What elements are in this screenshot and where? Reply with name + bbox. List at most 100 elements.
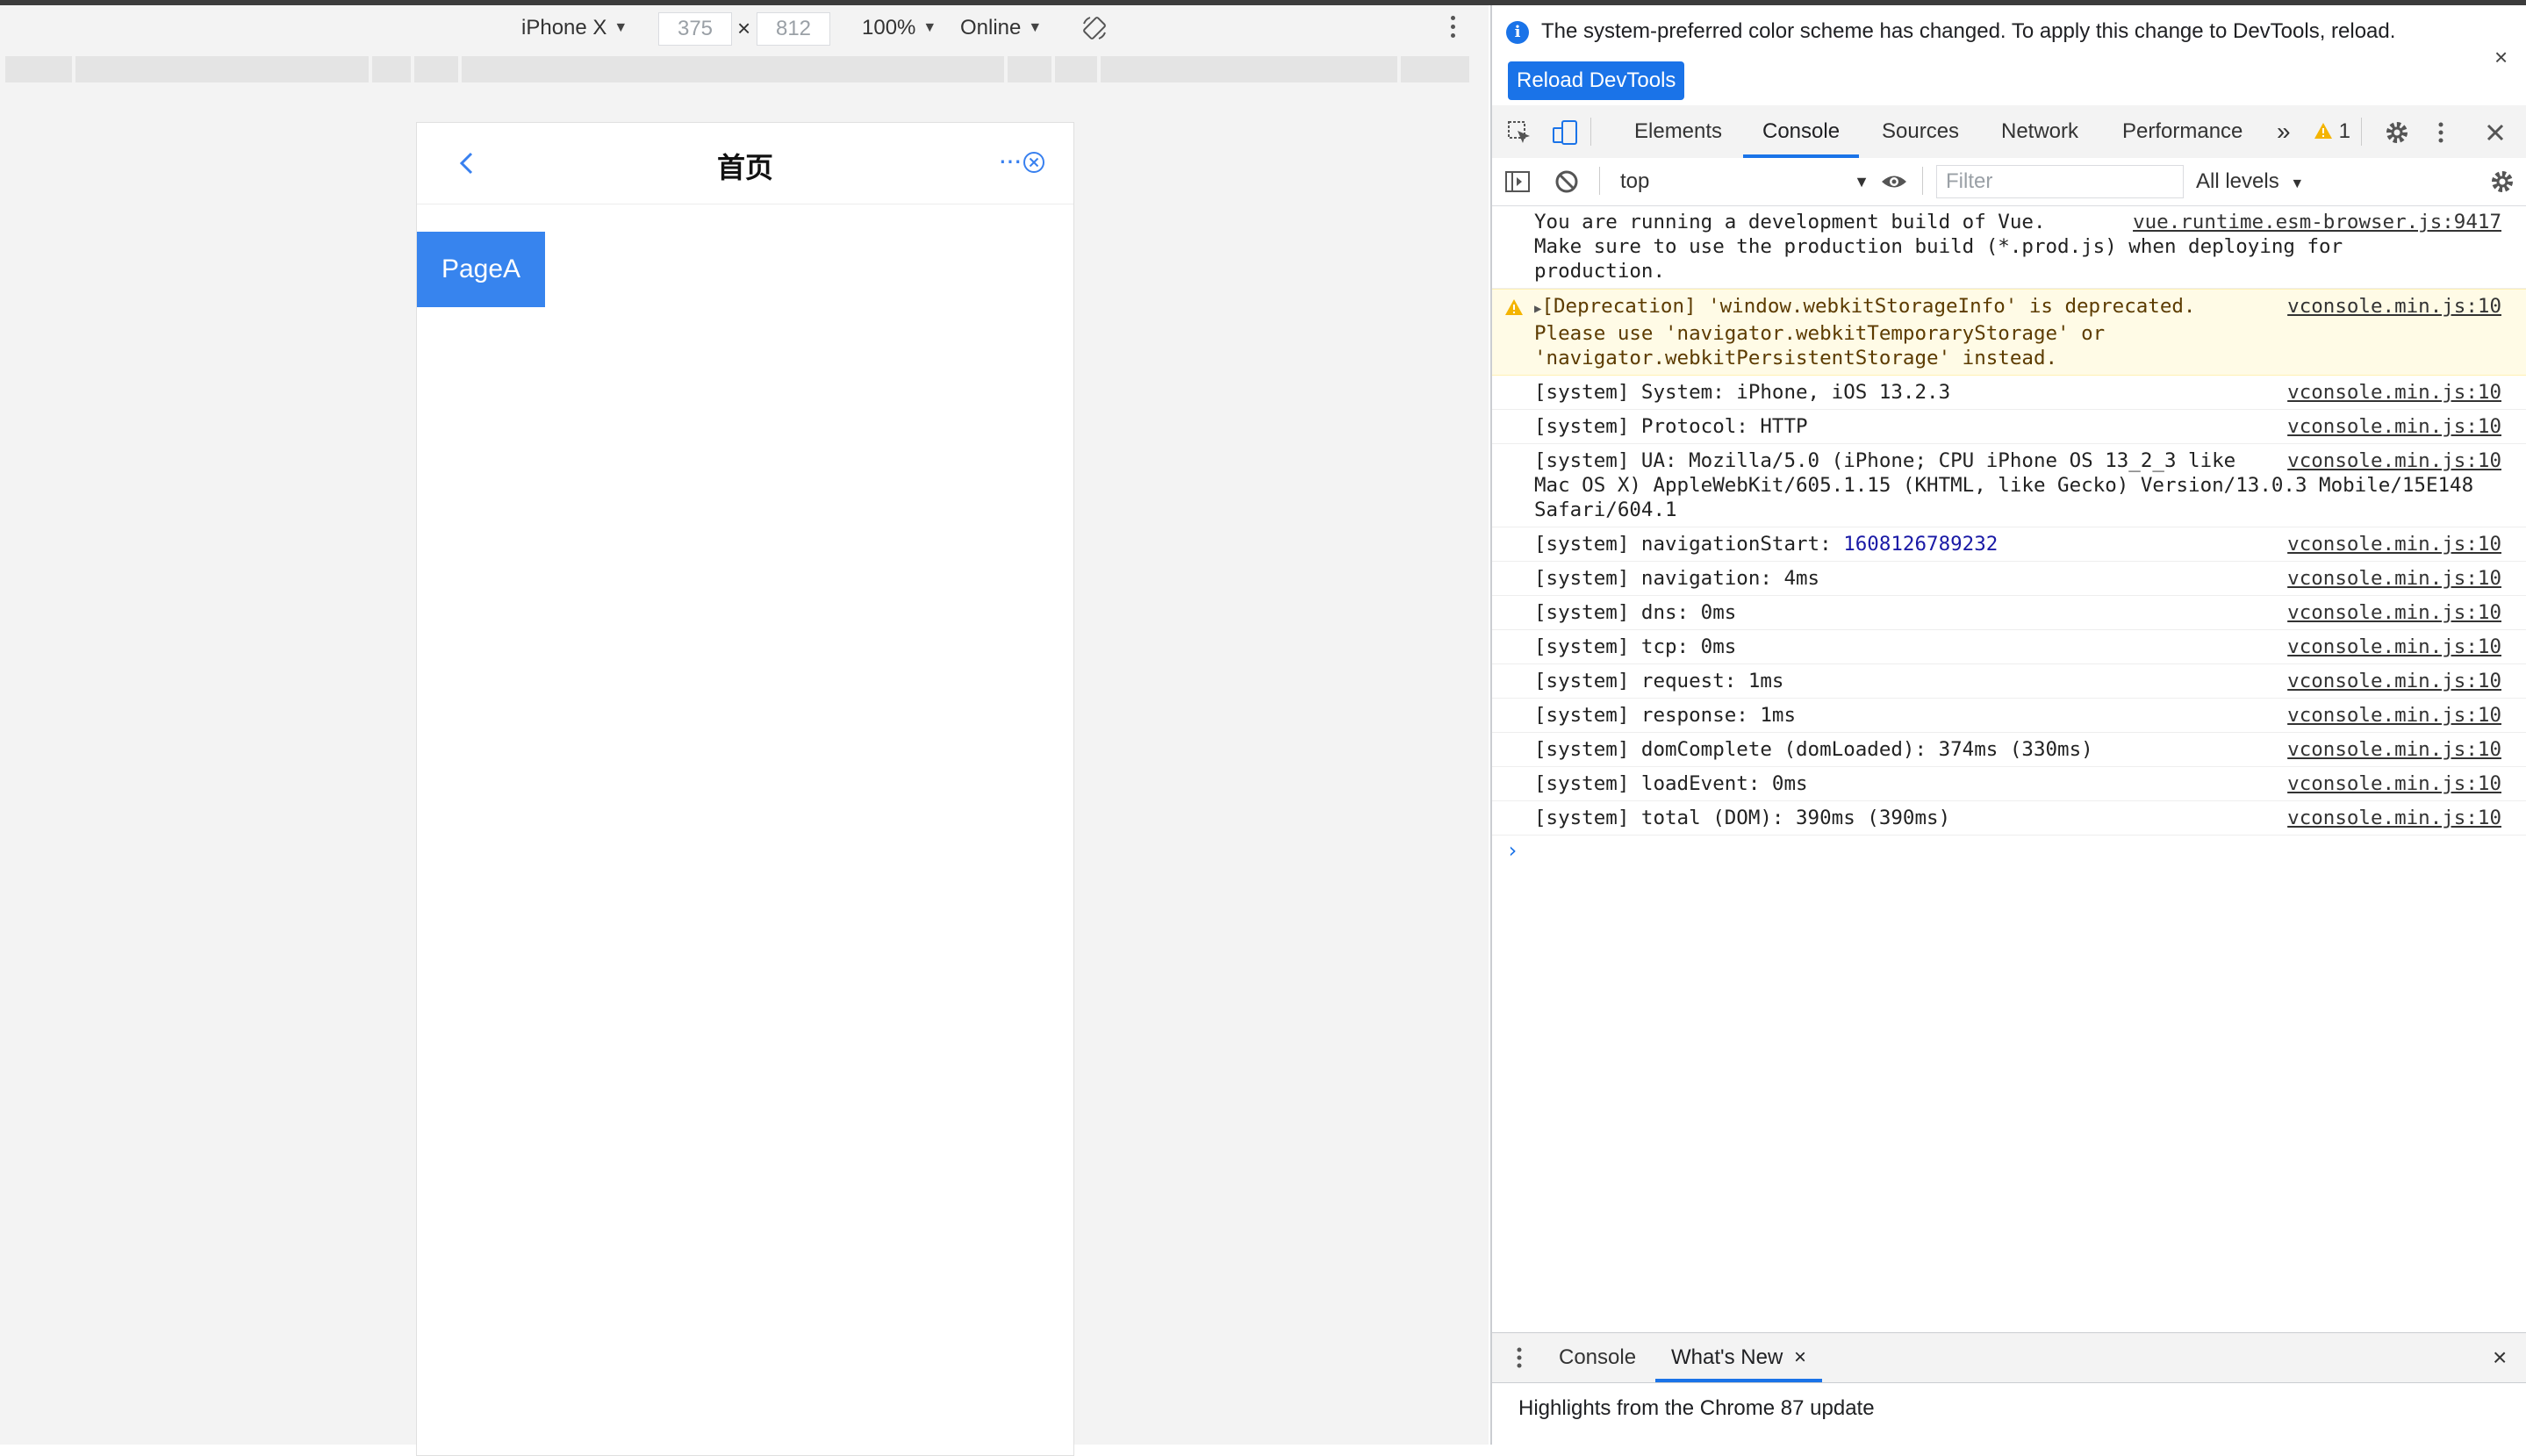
inspect-element-icon[interactable] bbox=[1506, 119, 1532, 146]
toolbar-divider bbox=[1590, 118, 1591, 146]
source-link[interactable]: vconsole.min.js:10 bbox=[2287, 635, 2501, 659]
source-link[interactable]: vconsole.min.js:10 bbox=[2287, 414, 2501, 439]
console-message: vconsole.min.js:10 [system] navigation: … bbox=[1492, 562, 2526, 596]
log-levels-select[interactable]: All levels ▼ bbox=[2196, 165, 2304, 201]
source-link[interactable]: vconsole.min.js:10 bbox=[2287, 600, 2501, 625]
message-text: [system] loadEvent: 0ms bbox=[1534, 772, 1808, 795]
console-prompt[interactable]: › bbox=[1492, 836, 2526, 865]
clear-console-icon[interactable] bbox=[1554, 169, 1580, 195]
page-a-button[interactable]: PageA bbox=[417, 232, 545, 307]
levels-value: All levels bbox=[2196, 169, 2279, 193]
source-link[interactable]: vconsole.min.js:10 bbox=[2287, 771, 2501, 796]
message-text: [system] domComplete (domLoaded): 374ms … bbox=[1534, 738, 2093, 761]
console-message: vconsole.min.js:10 [system] tcp: 0ms bbox=[1492, 630, 2526, 664]
prompt-chevron-icon: › bbox=[1506, 838, 1519, 863]
context-value: top bbox=[1620, 169, 1650, 193]
message-text: [Deprecation] 'window.webkitStorageInfo'… bbox=[1534, 295, 2208, 369]
width-input[interactable]: 375 bbox=[658, 12, 732, 46]
console-message: vconsole.min.js:10 [system] System: iPho… bbox=[1492, 376, 2526, 410]
throttle-select[interactable]: Online ▼ bbox=[960, 14, 1042, 42]
source-link[interactable]: vue.runtime.esm-browser.js:9417 bbox=[2133, 210, 2501, 234]
zoom-value: 100% bbox=[862, 16, 916, 39]
close-tab-icon[interactable]: × bbox=[1794, 1345, 1806, 1369]
source-link[interactable]: vconsole.min.js:10 bbox=[2287, 566, 2501, 591]
more-options-icon[interactable] bbox=[1448, 16, 1457, 42]
drawer-tab-whats-new[interactable]: What's New × bbox=[1655, 1333, 1822, 1382]
tab-elements[interactable]: Elements bbox=[1634, 105, 1722, 158]
caret-down-icon: ▼ bbox=[614, 20, 628, 35]
info-bar: i The system-preferred color scheme has … bbox=[1492, 5, 2526, 106]
toolbar-divider bbox=[2361, 118, 2362, 146]
source-link[interactable]: vconsole.min.js:10 bbox=[2287, 669, 2501, 693]
console-message: vconsole.min.js:10 [system] request: 1ms bbox=[1492, 664, 2526, 699]
live-expression-eye-icon[interactable] bbox=[1880, 169, 1906, 195]
more-icon[interactable]: ··· bbox=[998, 144, 1023, 176]
source-link[interactable]: vconsole.min.js:10 bbox=[2287, 703, 2501, 728]
close-drawer-icon[interactable]: × bbox=[2493, 1333, 2507, 1382]
sidebar-toggle-icon[interactable] bbox=[1504, 169, 1531, 195]
drawer-tab-console[interactable]: Console bbox=[1559, 1333, 1636, 1382]
zoom-select[interactable]: 100% ▼ bbox=[862, 14, 936, 42]
device-toggle-icon[interactable] bbox=[1552, 119, 1578, 146]
toolbar-divider bbox=[1922, 167, 1923, 195]
caret-down-icon: ▼ bbox=[922, 20, 937, 35]
media-query-bar[interactable] bbox=[5, 56, 1487, 82]
mobile-viewport: 首页 ··· PageA bbox=[416, 122, 1074, 1456]
console-message: vconsole.min.js:10 [system] response: 1m… bbox=[1492, 699, 2526, 733]
settings-gear-icon[interactable] bbox=[2384, 119, 2410, 146]
console-message: vconsole.min.js:10 [system] UA: Mozilla/… bbox=[1492, 444, 2526, 527]
message-text: [system] total (DOM): 390ms (390ms) bbox=[1534, 807, 1951, 829]
tab-network[interactable]: Network bbox=[2001, 105, 2078, 158]
info-message: The system-preferred color scheme has ch… bbox=[1541, 19, 2396, 43]
console-warning: vconsole.min.js:10 ▶[Deprecation] 'windo… bbox=[1492, 289, 2526, 376]
height-input[interactable]: 812 bbox=[757, 12, 830, 46]
close-circle-icon[interactable] bbox=[1023, 151, 1045, 174]
bottom-drawer: Console What's New × × Highlights from t… bbox=[1492, 1332, 2526, 1445]
warning-counter[interactable]: 1 bbox=[2314, 105, 2350, 158]
filter-input[interactable] bbox=[1936, 165, 2184, 198]
whats-new-highlight: Highlights from the Chrome 87 update bbox=[1518, 1396, 1875, 1420]
rotate-icon[interactable] bbox=[1081, 14, 1108, 42]
console-message: vconsole.min.js:10 [system] domComplete … bbox=[1492, 733, 2526, 767]
source-link[interactable]: vconsole.min.js:10 bbox=[2287, 380, 2501, 405]
tab-sources[interactable]: Sources bbox=[1882, 105, 1959, 158]
caret-down-icon: ▼ bbox=[2290, 176, 2305, 191]
caret-down-icon: ▼ bbox=[1854, 173, 1869, 190]
source-link[interactable]: vconsole.min.js:10 bbox=[2287, 294, 2501, 319]
message-text: [system] Protocol: HTTP bbox=[1534, 415, 1808, 438]
source-link[interactable]: vconsole.min.js:10 bbox=[2287, 448, 2501, 473]
device-emulation-area: iPhone X ▼ 375 × 812 100% ▼ Online ▼ 首页 … bbox=[0, 5, 1489, 1456]
source-link[interactable]: vconsole.min.js:10 bbox=[2287, 806, 2501, 830]
console-messages: vue.runtime.esm-browser.js:9417 You are … bbox=[1492, 205, 2526, 1338]
device-toolbar: iPhone X ▼ 375 × 812 100% ▼ Online ▼ bbox=[0, 5, 1489, 51]
context-select[interactable]: top ▼ bbox=[1620, 165, 1869, 198]
mobile-navbar: 首页 ··· bbox=[417, 123, 1073, 204]
reload-devtools-button[interactable]: Reload DevTools bbox=[1508, 61, 1685, 100]
close-devtools-icon[interactable] bbox=[2482, 119, 2508, 146]
source-link[interactable]: vconsole.min.js:10 bbox=[2287, 532, 2501, 556]
console-message: vconsole.min.js:10 [system] total (DOM):… bbox=[1492, 801, 2526, 836]
drawer-tabbar: Console What's New × × bbox=[1492, 1333, 2526, 1383]
warning-count: 1 bbox=[2338, 119, 2351, 143]
source-link[interactable]: vconsole.min.js:10 bbox=[2287, 737, 2501, 762]
info-icon: i bbox=[1506, 21, 1529, 44]
drawer-menu-icon[interactable] bbox=[1515, 1345, 1524, 1371]
message-text: [system] System: iPhone, iOS 13.2.3 bbox=[1534, 381, 1951, 404]
close-icon[interactable]: × bbox=[2494, 44, 2508, 71]
devtools-panel: i The system-preferred color scheme has … bbox=[1490, 5, 2526, 1445]
device-select[interactable]: iPhone X ▼ bbox=[521, 14, 628, 42]
message-text: [system] response: 1ms bbox=[1534, 704, 1797, 727]
console-message: vconsole.min.js:10 [system] loadEvent: 0… bbox=[1492, 767, 2526, 801]
console-message: vconsole.min.js:10 [system] navigationSt… bbox=[1492, 527, 2526, 562]
console-settings-gear-icon[interactable] bbox=[2489, 169, 2515, 195]
toolbar-divider bbox=[1599, 167, 1600, 195]
console-toolbar: top ▼ All levels ▼ bbox=[1492, 158, 2526, 206]
more-tabs-icon[interactable]: » bbox=[2277, 105, 2291, 158]
message-text: [system] navigationStart: bbox=[1534, 533, 1844, 556]
tab-performance[interactable]: Performance bbox=[2122, 105, 2243, 158]
console-message: vue.runtime.esm-browser.js:9417 You are … bbox=[1492, 205, 2526, 289]
tab-console[interactable]: Console bbox=[1743, 105, 1860, 158]
message-text: [system] dns: 0ms bbox=[1534, 601, 1737, 624]
customize-menu-icon[interactable] bbox=[2436, 119, 2445, 146]
timestamp-number: 1608126789232 bbox=[1843, 533, 1999, 556]
